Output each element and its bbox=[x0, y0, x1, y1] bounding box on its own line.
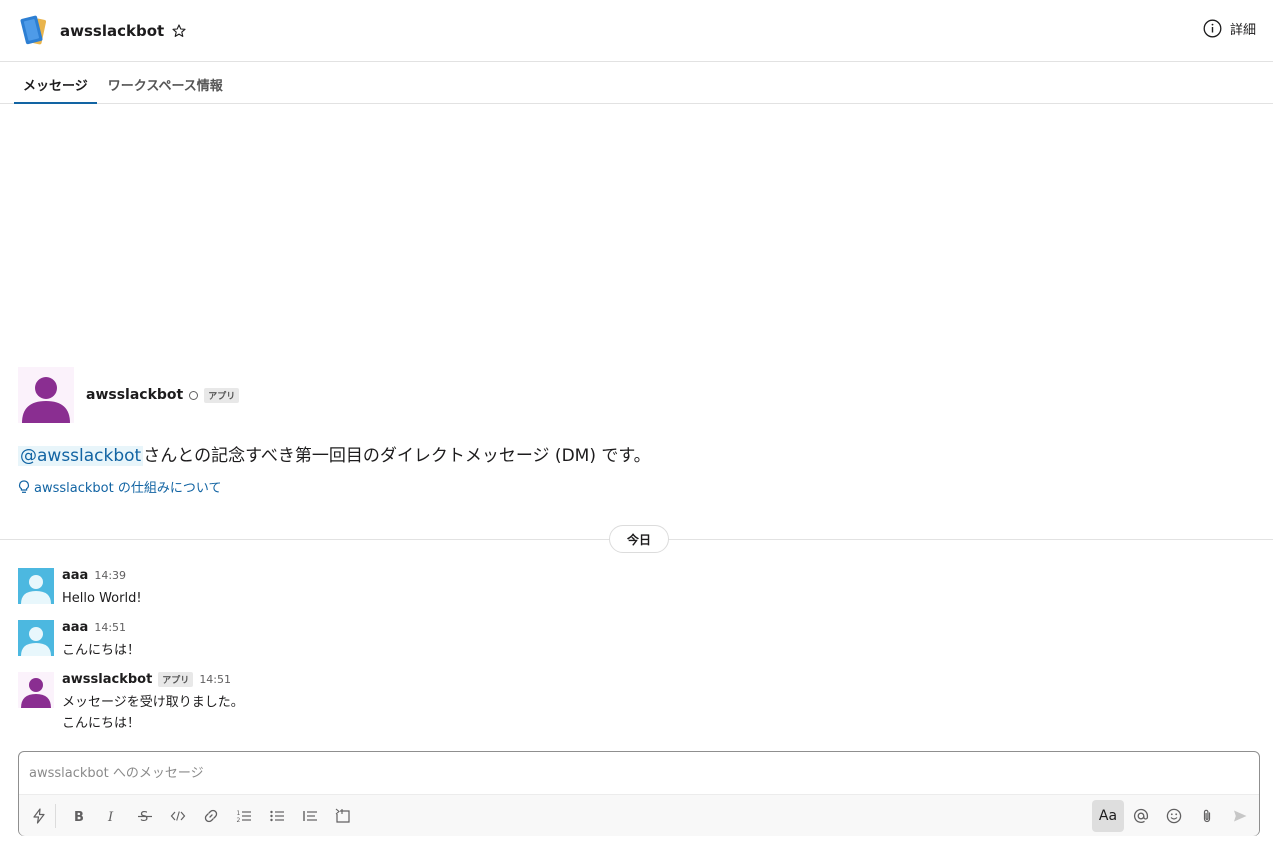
strikethrough-button[interactable]: S bbox=[129, 800, 161, 832]
message-time[interactable]: 14:51 bbox=[199, 673, 231, 686]
user-avatar[interactable] bbox=[18, 568, 54, 604]
bot-avatar[interactable] bbox=[18, 672, 54, 708]
app-badge: アプリ bbox=[158, 672, 194, 687]
composer-toolbar: B I S 12 Aa bbox=[19, 794, 1259, 836]
blockquote-button[interactable] bbox=[294, 800, 326, 832]
message-line: メッセージを受け取りました。 bbox=[62, 695, 244, 710]
user-avatar[interactable] bbox=[18, 620, 54, 656]
message-body: Hello World! bbox=[62, 588, 142, 609]
ordered-list-icon: 12 bbox=[237, 810, 251, 824]
message-author[interactable]: aaa bbox=[62, 568, 88, 583]
how-it-works-link[interactable]: awsslackbot の仕組みについて bbox=[18, 477, 221, 496]
message-header: aaa 14:51 bbox=[62, 620, 126, 635]
ordered-list-button[interactable]: 12 bbox=[228, 800, 260, 832]
code-icon bbox=[170, 811, 186, 821]
message-line: こんにちは！ bbox=[62, 716, 141, 731]
message-header: awsslackbot アプリ 14:51 bbox=[62, 672, 231, 687]
formatting-toggle-button[interactable]: Aa bbox=[1092, 800, 1124, 832]
message-line: Hello World! bbox=[62, 591, 142, 606]
tab-messages[interactable]: メッセージ bbox=[14, 62, 97, 104]
bulleted-list-icon bbox=[270, 810, 284, 822]
message-input[interactable] bbox=[19, 752, 1259, 794]
lightbulb-icon bbox=[19, 479, 29, 493]
italic-icon: I bbox=[107, 810, 114, 824]
attach-button[interactable] bbox=[1191, 800, 1223, 832]
tab-workspace-info[interactable]: ワークスペース情報 bbox=[99, 62, 232, 103]
code-block-icon bbox=[335, 808, 350, 823]
message-header: aaa 14:39 bbox=[62, 568, 126, 583]
blockquote-icon bbox=[303, 811, 317, 821]
bot-mention[interactable]: @awsslackbot bbox=[18, 446, 144, 466]
svg-text:1: 1 bbox=[237, 810, 241, 817]
mention-button[interactable] bbox=[1125, 800, 1157, 832]
code-block-button[interactable] bbox=[327, 800, 359, 832]
code-button[interactable] bbox=[162, 800, 194, 832]
at-sign-icon bbox=[1133, 808, 1149, 823]
intro-text: @awsslackbot さんとの記念すべき第一回目のダイレクトメッセージ (DM… bbox=[18, 441, 651, 466]
send-icon bbox=[1234, 810, 1247, 822]
message-line: こんにちは！ bbox=[62, 643, 141, 658]
send-button[interactable] bbox=[1224, 800, 1256, 832]
svg-text:I: I bbox=[107, 810, 114, 824]
bold-icon: B bbox=[74, 810, 84, 824]
message-time[interactable]: 14:39 bbox=[94, 569, 126, 582]
channel-title[interactable]: awsslackbot bbox=[60, 22, 164, 40]
intro-message: さんとの記念すべき第一回目のダイレクトメッセージ (DM) です。 bbox=[143, 446, 651, 466]
bot-avatar[interactable] bbox=[18, 367, 74, 423]
app-badge: アプリ bbox=[204, 387, 240, 403]
day-divider-pill[interactable]: 今日 bbox=[609, 525, 669, 553]
link-button[interactable] bbox=[195, 800, 227, 832]
details-label: 詳細 bbox=[1229, 23, 1256, 38]
message-composer: B I S 12 Aa bbox=[18, 751, 1260, 836]
details-button[interactable]: 詳細 bbox=[1203, 19, 1256, 38]
shortcuts-button[interactable] bbox=[23, 800, 55, 832]
svg-text:B: B bbox=[74, 810, 84, 824]
lightning-icon bbox=[33, 808, 45, 824]
app-book-icon bbox=[20, 15, 47, 44]
message-body: メッセージを受け取りました。 こんにちは！ bbox=[62, 692, 244, 734]
dm-intro: awsslackbot アプリ @awsslackbot さんとの記念すべき第一回… bbox=[18, 367, 1258, 496]
italic-button[interactable]: I bbox=[96, 800, 128, 832]
svg-text:2: 2 bbox=[237, 817, 241, 824]
message-author[interactable]: aaa bbox=[62, 620, 88, 635]
bold-button[interactable]: B bbox=[63, 800, 95, 832]
smiley-icon bbox=[1166, 808, 1182, 824]
tab-bar: メッセージ ワークスペース情報 bbox=[0, 62, 1273, 104]
message-body: こんにちは！ bbox=[62, 640, 140, 661]
emoji-button[interactable] bbox=[1158, 800, 1190, 832]
presence-icon bbox=[189, 390, 199, 400]
bulleted-list-button[interactable] bbox=[261, 800, 293, 832]
message-author[interactable]: awsslackbot bbox=[62, 672, 152, 687]
link-icon bbox=[204, 809, 218, 823]
intro-name-row: awsslackbot アプリ bbox=[86, 387, 240, 403]
how-it-works-label: awsslackbot の仕組みについて bbox=[34, 481, 222, 496]
star-icon[interactable] bbox=[172, 23, 186, 38]
info-icon bbox=[1203, 19, 1222, 38]
channel-header: awsslackbot 詳細 bbox=[0, 0, 1273, 62]
strikethrough-icon: S bbox=[138, 810, 152, 824]
message-time[interactable]: 14:51 bbox=[94, 621, 126, 634]
paperclip-icon bbox=[1203, 809, 1211, 823]
intro-bot-name[interactable]: awsslackbot bbox=[86, 387, 183, 403]
toolbar-separator bbox=[55, 804, 56, 828]
